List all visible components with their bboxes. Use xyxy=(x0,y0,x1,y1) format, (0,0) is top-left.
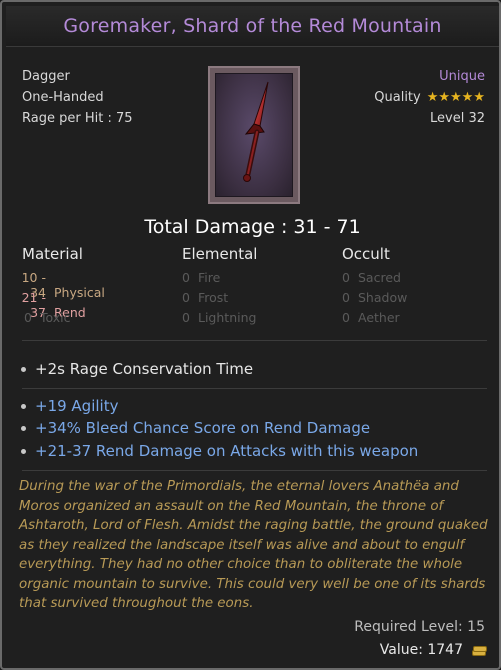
bullet-icon xyxy=(21,425,26,431)
lore-text: During the war of the Primordials, the e… xyxy=(19,479,488,611)
rage-per-hit: Rage per Hit : 75 xyxy=(22,111,133,126)
damage-lightning: 0 Lightning xyxy=(182,310,257,325)
damage-fire: 0 Fire xyxy=(182,270,221,285)
column-elemental: Elemental xyxy=(182,245,258,263)
column-material: Material xyxy=(22,245,83,263)
dagger-icon xyxy=(243,81,269,182)
item-name: Goremaker, Shard of the Red Mountain xyxy=(63,15,442,37)
item-base-info: Dagger One-Handed Rage per Hit : 75 xyxy=(22,66,133,129)
required-level: Required Level: 15 xyxy=(354,619,485,635)
item-handedness: One-Handed xyxy=(22,90,104,105)
quality-label: Quality xyxy=(374,90,421,105)
damage-toxic: 0 Toxic xyxy=(24,310,71,325)
column-occult: Occult xyxy=(342,245,390,263)
quality-row: Quality ★★★★★ xyxy=(374,87,485,108)
damage-frost: 0 Frost xyxy=(182,290,229,305)
total-damage: Total Damage : 31 - 71 xyxy=(144,216,361,238)
bullet-icon xyxy=(21,366,26,372)
item-rarity: Unique xyxy=(439,69,485,84)
affix-bleed-chance: +34% Bleed Chance Score on Rend Damage xyxy=(21,419,370,437)
item-value: Value: 1747 xyxy=(379,642,487,658)
divider xyxy=(22,388,487,389)
value-text: Value: 1747 xyxy=(379,642,463,658)
item-quality-info: Unique Quality ★★★★★ Level 32 xyxy=(374,66,485,129)
item-type: Dagger xyxy=(22,69,70,84)
divider xyxy=(22,470,487,471)
gold-coins-icon xyxy=(471,645,487,656)
bullet-icon xyxy=(21,448,26,454)
affix-agility: +19 Agility xyxy=(21,397,118,415)
bullet-icon xyxy=(21,403,26,409)
damage-shadow: 0 Shadow xyxy=(342,290,408,305)
quality-stars: ★★★★★ xyxy=(426,90,485,105)
implicit-affix: +2s Rage Conservation Time xyxy=(21,360,253,378)
damage-sacred: 0 Sacred xyxy=(342,270,401,285)
item-level: Level 32 xyxy=(430,111,485,126)
title-bar: Goremaker, Shard of the Red Mountain xyxy=(6,6,499,47)
divider xyxy=(22,340,487,341)
item-card xyxy=(208,66,300,204)
damage-aether: 0 Aether xyxy=(342,310,400,325)
affix-rend-damage: +21-37 Rend Damage on Attacks with this … xyxy=(21,442,418,460)
item-tooltip: Goremaker, Shard of the Red Mountain Dag… xyxy=(0,0,501,670)
